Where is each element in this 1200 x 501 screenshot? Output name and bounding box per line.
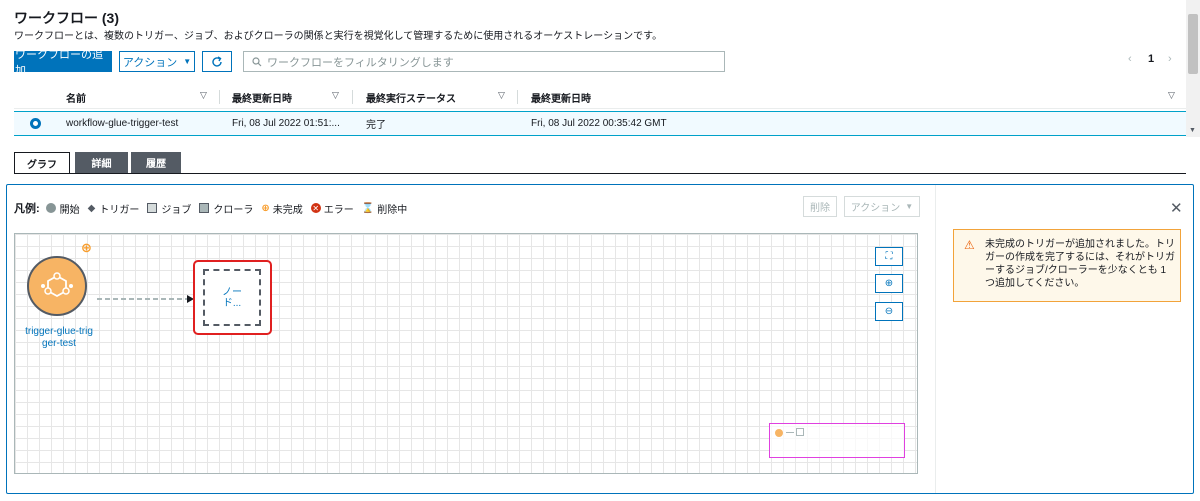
legend-start: 開始 bbox=[45, 201, 80, 216]
caret-down-icon: ▼ bbox=[183, 57, 192, 66]
cell-modified: Fri, 08 Jul 2022 01:51:... bbox=[232, 118, 340, 129]
column-separator bbox=[352, 90, 353, 104]
cell-name: workflow-glue-trigger-test bbox=[66, 118, 179, 129]
filter-search-input[interactable]: ワークフローをフィルタリングします bbox=[243, 51, 725, 72]
cell-status: 完了 bbox=[366, 120, 386, 131]
trigger-label-line2: ger-test bbox=[42, 338, 76, 349]
tab-underline bbox=[14, 173, 1186, 174]
legend: 凡例: 開始 ◆ トリガー ジョブ クローラ ⊕ 未完成 ✕ エラー ⌛ 削除中 bbox=[14, 200, 407, 216]
error-icon: ✕ bbox=[310, 203, 321, 213]
page-description: ワークフローとは、複数のトリガー、ジョブ、およびクローラの関係と実行を視覚化して… bbox=[14, 31, 663, 42]
row-radio-selected[interactable] bbox=[30, 118, 41, 129]
sort-icon[interactable]: ▽ bbox=[498, 90, 505, 101]
sort-icon[interactable]: ▽ bbox=[332, 90, 339, 101]
legend-job: ジョブ bbox=[147, 201, 191, 216]
column-header-name[interactable]: 名前 bbox=[66, 85, 86, 109]
column-separator bbox=[219, 90, 220, 104]
sort-icon[interactable]: ▽ bbox=[200, 90, 207, 101]
trigger-label[interactable]: trigger-glue-trig ger-test bbox=[19, 326, 99, 350]
actions-dropdown[interactable]: アクション ▼ bbox=[119, 51, 195, 72]
minimap[interactable] bbox=[769, 423, 905, 458]
cell-last-modified: Fri, 08 Jul 2022 00:35:42 GMT bbox=[531, 118, 667, 129]
add-workflow-button[interactable]: ワークフローの追加 bbox=[14, 49, 112, 77]
workflow-graph-canvas[interactable]: ⊕ trigger-glue-trig ger-test ノー ド... ⛶ ⊕… bbox=[14, 233, 918, 474]
incomplete-link-icon: ⊕ bbox=[81, 240, 92, 255]
trigger-network-icon bbox=[41, 272, 73, 298]
legend-incomplete: ⊕ 未完成 bbox=[261, 201, 302, 216]
legend-trigger-label: トリガー bbox=[99, 204, 140, 216]
start-icon bbox=[45, 203, 56, 213]
edge-arrow bbox=[97, 295, 194, 303]
panel-divider bbox=[935, 185, 936, 493]
trigger-label-line1: trigger-glue-trig bbox=[25, 326, 93, 337]
caret-down-icon: ▼ bbox=[905, 202, 914, 211]
sort-icon[interactable]: ▽ bbox=[1168, 90, 1175, 101]
incomplete-trigger-alert: ⚠ 未完成のトリガーが追加されました。トリガーの作成を完了するには、それがトリガ… bbox=[953, 229, 1181, 302]
prev-page-icon[interactable]: ‹ bbox=[1128, 53, 1132, 65]
detail-tabs: グラフ 詳細 履歴 bbox=[14, 152, 214, 173]
page-number[interactable]: 1 bbox=[1148, 53, 1154, 65]
node-label-line2: ド... bbox=[222, 297, 242, 309]
tab-details[interactable]: 詳細 bbox=[75, 152, 128, 173]
legend-incomplete-label: 未完成 bbox=[272, 204, 303, 216]
minimap-edge bbox=[786, 432, 794, 433]
legend-start-label: 開始 bbox=[59, 204, 80, 216]
close-icon[interactable]: ✕ bbox=[1170, 199, 1183, 217]
job-icon bbox=[147, 203, 158, 213]
search-placeholder: ワークフローをフィルタリングします bbox=[267, 56, 454, 69]
zoom-in-icon: ⊕ bbox=[884, 278, 894, 289]
legend-deleting-label: 削除中 bbox=[377, 204, 408, 216]
placeholder-node-inner: ノー ド... bbox=[203, 269, 261, 326]
crawler-icon bbox=[199, 203, 210, 213]
legend-error-label: エラー bbox=[323, 204, 354, 216]
expand-icon: ⛶ bbox=[885, 251, 893, 262]
hourglass-icon: ⌛ bbox=[361, 202, 375, 214]
zoom-out-button[interactable]: ⊖ bbox=[875, 302, 903, 321]
legend-error: ✕ エラー bbox=[310, 201, 354, 216]
column-header-status[interactable]: 最終実行ステータス bbox=[366, 85, 456, 109]
node-label-line1: ノー bbox=[222, 286, 242, 298]
scrollbar-thumb[interactable] bbox=[1188, 14, 1198, 74]
legend-trigger: ◆ トリガー bbox=[88, 201, 140, 216]
page-title: ワークフロー (3) bbox=[14, 10, 119, 26]
legend-job-label: ジョブ bbox=[161, 204, 192, 216]
column-header-modified[interactable]: 最終更新日時 bbox=[232, 85, 292, 109]
minimap-trigger-dot bbox=[775, 429, 783, 437]
alert-message: 未完成のトリガーが追加されました。トリガーの作成を完了するには、それがトリガーす… bbox=[985, 239, 1175, 289]
zoom-out-icon: ⊖ bbox=[884, 306, 894, 317]
table-row[interactable]: workflow-glue-trigger-test Fri, 08 Jul 2… bbox=[14, 111, 1186, 136]
legend-crawler-label: クローラ bbox=[213, 204, 254, 216]
zoom-in-button[interactable]: ⊕ bbox=[875, 274, 903, 293]
column-header-last-modified[interactable]: 最終更新日時 bbox=[531, 85, 591, 109]
tab-graph[interactable]: グラフ bbox=[14, 152, 70, 173]
minimap-node bbox=[796, 428, 804, 436]
legend-crawler: クローラ bbox=[199, 201, 253, 216]
trigger-node[interactable] bbox=[27, 256, 87, 316]
legend-title: 凡例: bbox=[14, 203, 40, 215]
table-header: 名前 ▽ 最終更新日時 ▽ 最終実行ステータス ▽ 最終更新日時 ▽ bbox=[14, 85, 1186, 109]
tab-history[interactable]: 履歴 bbox=[131, 152, 181, 173]
search-icon bbox=[252, 56, 262, 66]
placeholder-node[interactable]: ノー ド... bbox=[193, 260, 272, 335]
next-page-icon[interactable]: › bbox=[1168, 53, 1172, 65]
legend-deleting: ⌛ 削除中 bbox=[362, 201, 407, 216]
warning-icon: ⚠ bbox=[964, 238, 975, 252]
scroll-down-icon[interactable]: ▼ bbox=[1189, 127, 1196, 134]
column-separator bbox=[517, 90, 518, 104]
refresh-icon bbox=[212, 55, 222, 67]
graph-actions-dropdown[interactable]: アクション ▼ bbox=[844, 196, 920, 217]
trigger-diamond-icon: ◆ bbox=[87, 202, 96, 214]
graph-actions-label: アクション bbox=[850, 203, 901, 214]
incomplete-link-icon: ⊕ bbox=[261, 202, 270, 214]
fit-view-button[interactable]: ⛶ bbox=[875, 247, 903, 266]
actions-label: アクション bbox=[122, 56, 178, 69]
refresh-button[interactable] bbox=[202, 51, 232, 72]
delete-button[interactable]: 削除 bbox=[803, 196, 837, 217]
